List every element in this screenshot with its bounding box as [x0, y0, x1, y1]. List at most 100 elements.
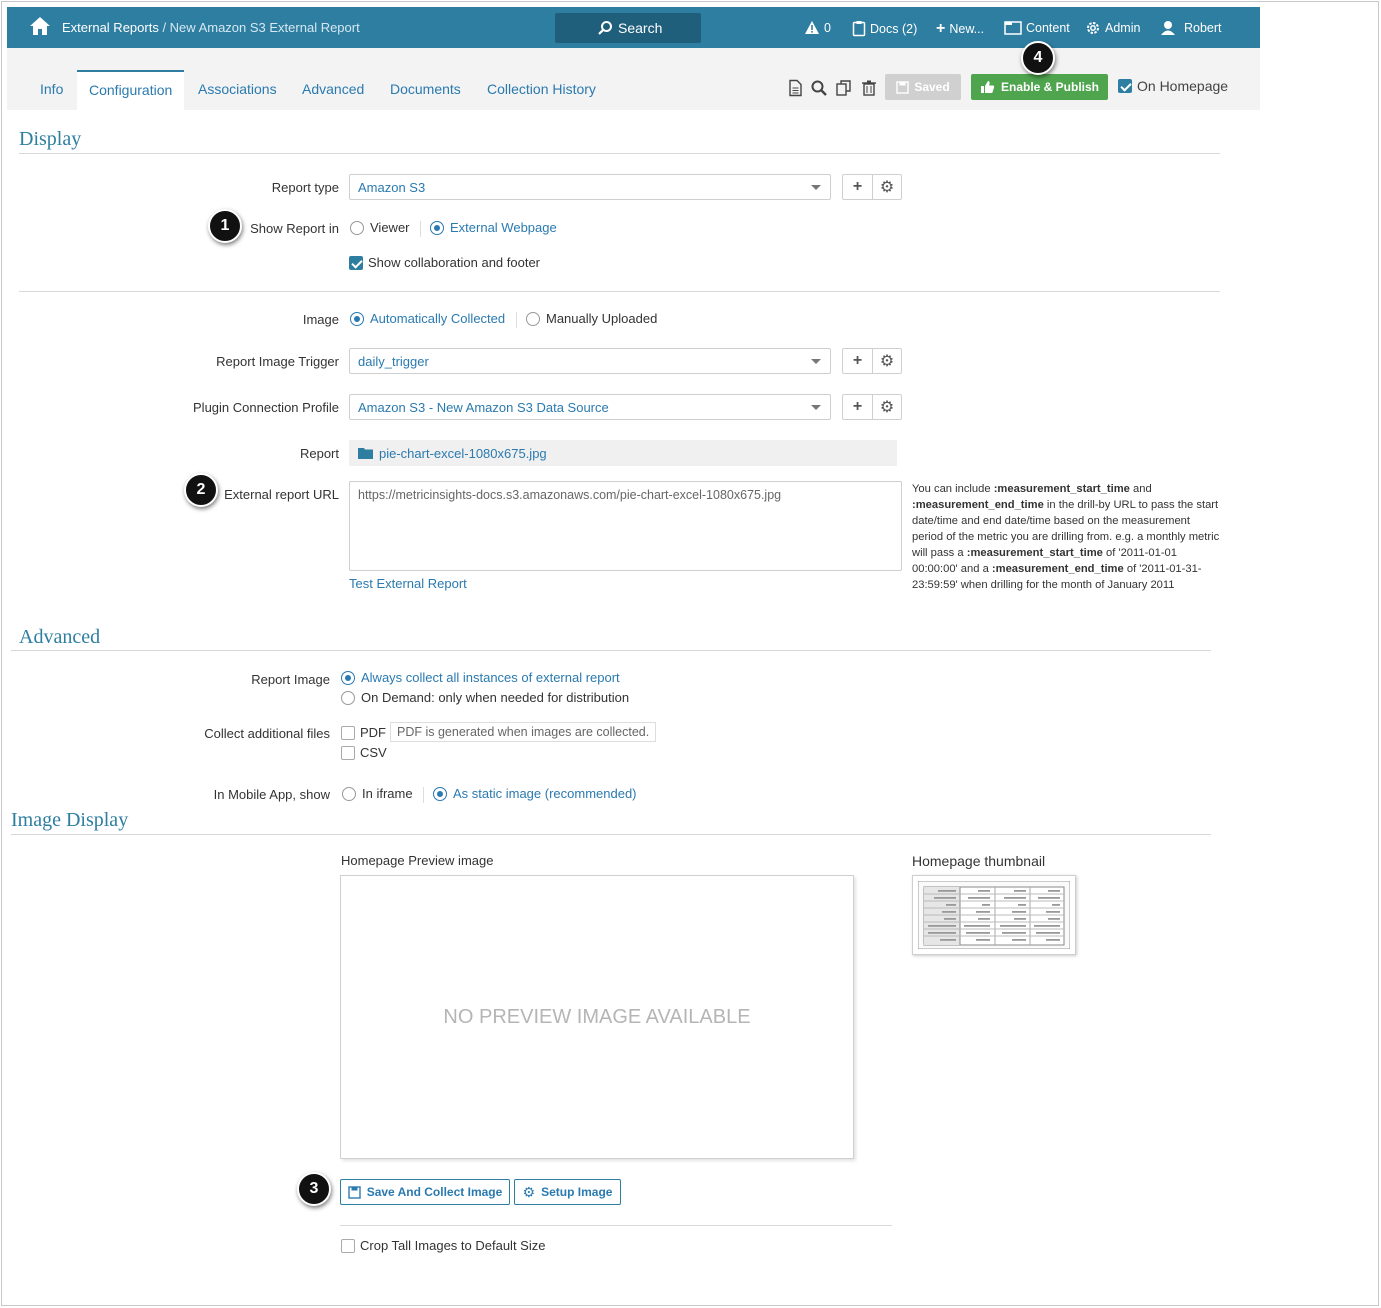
viewer-radio[interactable]: Viewer [350, 220, 410, 235]
breadcrumb-root[interactable]: External Reports [62, 20, 159, 35]
new-nav[interactable]: + New... [936, 20, 984, 38]
external-webpage-radio-dot[interactable] [430, 220, 444, 235]
preview-search-icon[interactable] [810, 79, 828, 97]
admin-nav[interactable]: Admin [1085, 20, 1140, 36]
plugin-settings-button[interactable]: ⚙ [872, 395, 901, 419]
always-collect-label: Always collect all instances of external… [361, 670, 620, 685]
always-collect-radio-dot[interactable] [341, 670, 355, 685]
plugin-select[interactable]: Amazon S3 - New Amazon S3 Data Source [349, 394, 831, 420]
add-plugin-button[interactable]: + [843, 395, 872, 419]
auto-collected-radio-dot[interactable] [350, 311, 364, 326]
auto-collected-radio[interactable]: Automatically Collected [350, 311, 505, 326]
test-external-report-link[interactable]: Test External Report [349, 576, 467, 591]
add-trigger-button[interactable]: + [843, 349, 872, 373]
always-collect-radio[interactable]: Always collect all instances of external… [341, 670, 620, 685]
external-webpage-radio[interactable]: External Webpage [430, 220, 557, 235]
user-nav[interactable]: Robert [1160, 20, 1222, 36]
pdf-note: PDF is generated when images are collect… [390, 722, 657, 742]
tab-collection-history[interactable]: Collection History [487, 81, 596, 97]
radio-separator [423, 787, 424, 803]
callout-badge-3: 3 [297, 1172, 331, 1206]
on-homepage-checkbox[interactable]: On Homepage [1118, 78, 1228, 94]
tab-strip: Info Configuration Associations Advanced… [7, 48, 1260, 110]
external-url-textarea[interactable]: https://metricinsights-docs.s3.amazonaws… [349, 481, 902, 571]
tab-info[interactable]: Info [40, 81, 63, 97]
plus-icon: + [936, 20, 946, 37]
search-button[interactable]: Search [555, 13, 701, 43]
on-homepage-checkbox-box[interactable] [1118, 79, 1132, 93]
no-preview-text: NO PREVIEW IMAGE AVAILABLE [443, 1005, 751, 1028]
trigger-select[interactable]: daily_trigger [349, 348, 831, 374]
setup-image-label: Setup Image [541, 1185, 613, 1199]
preview-label: Homepage Preview image [341, 853, 494, 868]
home-icon[interactable] [29, 16, 51, 36]
static-image-radio-dot[interactable] [433, 786, 447, 801]
thumbnail-label: Homepage thumbnail [912, 853, 1046, 869]
new-label: New... [949, 22, 985, 36]
tab-associations[interactable]: Associations [198, 81, 277, 97]
callout-badge-1: 1 [208, 209, 242, 243]
docs-nav[interactable]: Docs (2) [852, 20, 917, 37]
save-collect-image-button[interactable]: Save And Collect Image [340, 1179, 510, 1205]
manual-uploaded-radio-dot[interactable] [526, 311, 540, 326]
image-display-section-title: Image Display [11, 809, 129, 831]
tab-configuration[interactable]: Configuration [77, 70, 185, 110]
help-token: :measurement_end_time [991, 563, 1124, 575]
alerts-count: 0 [824, 20, 831, 35]
manual-uploaded-radio[interactable]: Manually Uploaded [526, 311, 657, 326]
pdf-checkbox[interactable]: PDF [341, 725, 386, 740]
user-label: Robert [1184, 21, 1222, 35]
iframe-radio-dot[interactable] [342, 786, 356, 801]
pdf-checkbox-box[interactable] [341, 725, 355, 740]
search-label: Search [618, 20, 663, 36]
auto-collected-label: Automatically Collected [370, 311, 506, 326]
report-type-select[interactable]: Amazon S3 [349, 174, 831, 200]
tab-advanced[interactable]: Advanced [302, 81, 364, 97]
folder-icon [1004, 21, 1022, 35]
docs-label: Docs (2) [870, 21, 918, 36]
csv-checkbox[interactable]: CSV [341, 745, 387, 760]
iframe-radio[interactable]: In iframe [342, 786, 413, 801]
show-collaboration-box[interactable] [349, 255, 363, 270]
viewer-radio-dot[interactable] [350, 220, 364, 235]
help-token: :measurement_start_time [966, 547, 1103, 559]
add-report-type-button[interactable]: + [843, 175, 872, 199]
report-file-link[interactable]: pie-chart-excel-1080x675.jpg [379, 446, 547, 461]
display-divider [19, 153, 1220, 154]
display-subdivider [19, 291, 1220, 292]
admin-label: Admin [1105, 21, 1141, 35]
gear-icon: ⚙ [522, 1183, 536, 1200]
trash-icon[interactable] [860, 79, 878, 97]
static-image-radio[interactable]: As static image (recommended) [433, 786, 637, 801]
content-nav[interactable]: Content [1004, 20, 1070, 35]
crop-tall-images-checkbox[interactable]: Crop Tall Images to Default Size [341, 1238, 545, 1253]
alerts-nav[interactable]: 0 [804, 20, 831, 35]
trigger-actions: + ⚙ [842, 348, 902, 374]
external-webpage-label: External Webpage [450, 220, 557, 235]
plugin-label: Plugin Connection Profile [193, 400, 339, 415]
copy-icon[interactable] [835, 79, 853, 97]
warning-icon [805, 21, 819, 34]
callout-badge-2: 2 [184, 473, 218, 507]
trigger-settings-button[interactable]: ⚙ [872, 349, 901, 373]
on-demand-radio[interactable]: On Demand: only when needed for distribu… [341, 690, 629, 705]
csv-checkbox-box[interactable] [341, 745, 355, 760]
crop-tall-images-box[interactable] [341, 1238, 355, 1253]
callout-badge-4: 4 [1021, 41, 1055, 75]
radio-separator [420, 221, 421, 237]
setup-image-button[interactable]: ⚙ Setup Image [514, 1179, 621, 1205]
saved-button[interactable]: Saved [885, 74, 961, 100]
show-collaboration-checkbox[interactable]: Show collaboration and footer [349, 255, 540, 270]
static-image-label: As static image (recommended) [453, 786, 637, 801]
image-display-divider [11, 834, 1211, 835]
manual-uploaded-label: Manually Uploaded [546, 311, 658, 326]
display-section-title: Display [19, 128, 82, 150]
report-type-settings-button[interactable]: ⚙ [872, 175, 901, 199]
enable-publish-button[interactable]: Enable & Publish [971, 74, 1108, 100]
document-icon[interactable] [786, 79, 804, 97]
tab-documents[interactable]: Documents [390, 81, 461, 97]
on-demand-radio-dot[interactable] [341, 690, 355, 705]
content-label: Content [1026, 20, 1070, 35]
help-text-part: You can include [912, 483, 994, 495]
help-text-part: and [1129, 483, 1152, 495]
